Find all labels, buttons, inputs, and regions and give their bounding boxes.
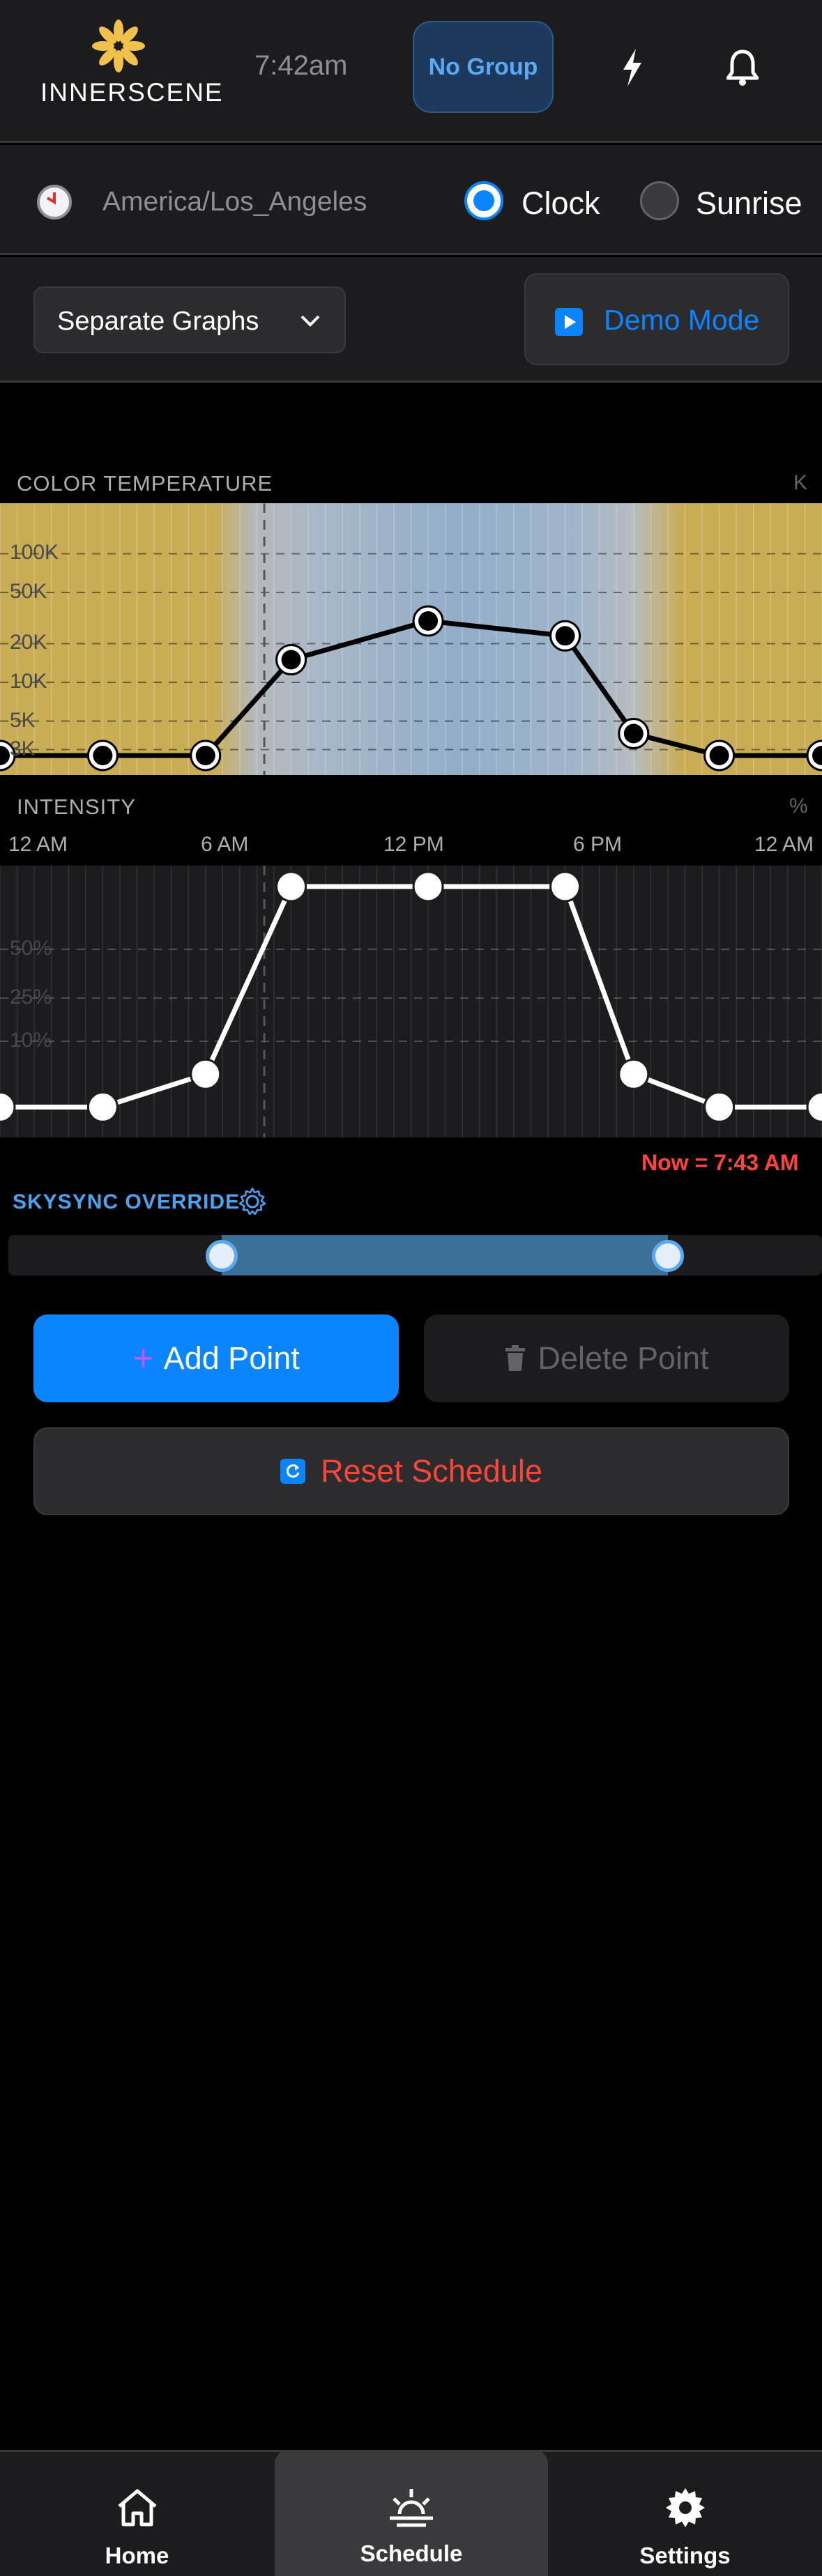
controls-row: Separate Graphs Demo Mode: [0, 257, 822, 383]
reset-schedule-button[interactable]: Reset Schedule: [33, 1427, 789, 1515]
skysync-range[interactable]: [222, 1235, 668, 1275]
color-temp-chart[interactable]: [0, 503, 822, 775]
timezone-label[interactable]: America/Los_Angeles: [102, 187, 367, 217]
y-tick-label: 50%: [10, 937, 52, 960]
skysync-title: SKYSYNC OVERRIDE: [13, 1190, 241, 1213]
color-temp-point-core: [623, 723, 644, 744]
lightning-icon[interactable]: [608, 43, 657, 92]
tab-schedule-label: Schedule: [360, 2540, 463, 2566]
delete-point-label: Delete Point: [538, 1340, 709, 1376]
group-button[interactable]: No Group: [413, 21, 554, 113]
color-temp-point-core: [93, 746, 113, 765]
intensity-point-core: [281, 877, 301, 896]
trash-icon: [504, 1345, 526, 1372]
tab-home-label: Home: [105, 2543, 169, 2568]
x-tick-label: 12 PM: [383, 833, 444, 856]
x-tick-label: 12 AM: [8, 833, 68, 856]
skysync-start-handle[interactable]: [206, 1240, 238, 1272]
color-temp-point-core: [418, 611, 439, 631]
intensity-unit: %: [789, 795, 808, 818]
y-tick-label: 50K: [10, 580, 47, 604]
intensity-point-core: [93, 1097, 113, 1117]
add-point-button[interactable]: + Add Point: [33, 1314, 399, 1402]
x-tick-label: 12 AM: [754, 833, 814, 856]
skysync-end-handle[interactable]: [652, 1240, 684, 1272]
color-temp-point-core: [709, 746, 729, 765]
chevron-down-icon: [298, 309, 322, 336]
graph-mode-select[interactable]: Separate Graphs: [33, 286, 346, 353]
gear-icon: [663, 2485, 708, 2533]
reset-schedule-label: Reset Schedule: [321, 1453, 542, 1489]
home-icon: [115, 2485, 160, 2533]
now-indicator-label: Now = 7:43 AM: [641, 1150, 799, 1175]
y-tick-label: 100K: [10, 541, 59, 565]
intensity-title: INTENSITY: [17, 795, 136, 819]
play-icon: [555, 308, 583, 336]
color-temp-point-core: [195, 746, 215, 765]
add-point-label: Add Point: [163, 1340, 300, 1376]
brand-logo: INNERSCENE: [35, 15, 222, 113]
bell-icon[interactable]: [718, 43, 767, 92]
refresh-icon: [280, 1459, 306, 1484]
sunrise-mode-label[interactable]: Sunrise: [696, 185, 802, 222]
sunrise-icon: [387, 2483, 436, 2531]
gear-icon[interactable]: [237, 1186, 268, 1220]
brand-name: INNERSCENE: [40, 78, 224, 107]
demo-mode-label: Demo Mode: [604, 304, 760, 336]
clock-mode-radio[interactable]: [464, 181, 503, 220]
intensity-point-core: [709, 1097, 729, 1117]
color-temp-title: COLOR TEMPERATURE: [17, 471, 273, 496]
tab-home[interactable]: Home: [0, 2452, 274, 2576]
current-time: 7:42am: [254, 50, 348, 81]
intensity-point-core: [555, 877, 575, 896]
app-header: INNERSCENE 7:42am No Group: [0, 0, 822, 143]
x-tick-label: 6 AM: [201, 833, 249, 856]
color-temp-point-core: [281, 650, 301, 670]
y-tick-label: 25%: [10, 986, 52, 1009]
intensity-point-core: [623, 1064, 644, 1084]
tab-settings-label: Settings: [639, 2543, 731, 2568]
bottom-tab-bar: Home Schedule Settings: [0, 2450, 822, 2576]
y-tick-label: 10%: [10, 1029, 52, 1052]
clock-mode-label[interactable]: Clock: [522, 185, 600, 222]
intensity-point-core: [418, 877, 439, 896]
y-tick-label: 3K: [10, 737, 36, 760]
demo-mode-button[interactable]: Demo Mode: [524, 273, 789, 365]
y-tick-label: 5K: [10, 708, 36, 732]
tab-schedule[interactable]: Schedule: [275, 2450, 548, 2576]
sunflower-icon: [92, 20, 145, 72]
color-temp-unit: K: [793, 471, 808, 494]
sunrise-mode-radio[interactable]: [640, 181, 679, 220]
intensity-chart[interactable]: [0, 866, 822, 1137]
x-tick-label: 6 PM: [573, 833, 623, 856]
plus-icon: +: [132, 1338, 154, 1379]
timezone-row: America/Los_Angeles Clock Sunrise: [0, 145, 822, 255]
clock-icon: [36, 184, 73, 224]
delete-point-button[interactable]: Delete Point: [424, 1314, 789, 1402]
y-tick-label: 20K: [10, 631, 47, 654]
tab-settings[interactable]: Settings: [548, 2452, 822, 2576]
graph-mode-value: Separate Graphs: [57, 307, 259, 336]
color-temp-point-core: [555, 626, 575, 646]
y-tick-label: 10K: [10, 670, 47, 693]
intensity-point-core: [195, 1064, 215, 1084]
